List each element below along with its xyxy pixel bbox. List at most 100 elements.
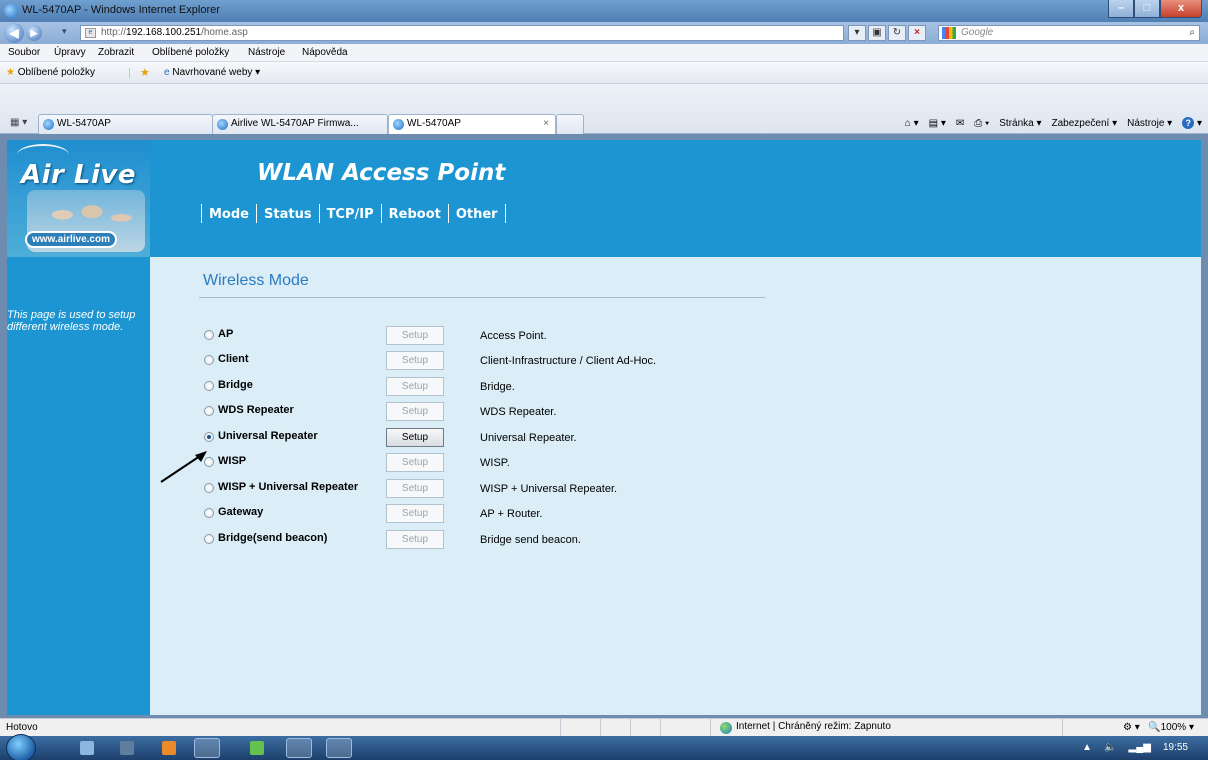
- nav-reboot[interactable]: Reboot: [380, 204, 448, 223]
- app-taskbar-button[interactable]: [326, 738, 352, 758]
- mode-description: Universal Repeater.: [480, 432, 577, 444]
- clock[interactable]: 19:55: [1163, 742, 1188, 753]
- menu-favorites[interactable]: Oblíbené položky: [152, 47, 229, 58]
- tools-menu[interactable]: Nástroje ▾: [1127, 118, 1172, 129]
- minimize-button[interactable]: –: [1108, 0, 1134, 18]
- favorites-bar: ★ Oblíbené položky | ★ e Navrhované weby…: [0, 62, 1208, 84]
- mode-row: WISP Setup WISP.: [204, 453, 764, 473]
- address-field[interactable]: e http://192.168.100.251/home.asp: [80, 25, 844, 41]
- mode-radio[interactable]: [204, 355, 214, 365]
- brand-name: Air Live: [21, 160, 136, 190]
- mode-radio[interactable]: [204, 330, 214, 340]
- refresh-icon[interactable]: ↻: [888, 25, 906, 41]
- mail-icon[interactable]: ✉: [956, 118, 964, 129]
- tray-arrow-icon[interactable]: ▲: [1082, 742, 1092, 753]
- tab-bar: ▦ ▾ WL-5470AP Airlive WL-5470AP Firmwa..…: [0, 84, 1208, 134]
- mode-label[interactable]: Gateway: [218, 506, 263, 518]
- mode-label[interactable]: WDS Repeater: [218, 404, 294, 416]
- mode-radio[interactable]: [204, 406, 214, 416]
- window-title-bar: WL-5470AP - Windows Internet Explorer – …: [0, 0, 1208, 22]
- mode-radio[interactable]: [204, 432, 214, 442]
- mode-label[interactable]: WISP: [218, 455, 246, 467]
- menu-bar: Soubor Úpravy Zobrazit Oblíbené položky …: [0, 44, 1208, 62]
- mode-row: Gateway Setup AP + Router.: [204, 504, 764, 524]
- history-dropdown-icon[interactable]: ▾: [62, 26, 67, 37]
- menu-tools[interactable]: Nástroje: [248, 47, 285, 58]
- close-window-button[interactable]: x: [1160, 0, 1202, 18]
- back-button[interactable]: ◀: [4, 23, 24, 43]
- network-icon[interactable]: ▂▄▆: [1129, 742, 1151, 753]
- new-tab-button[interactable]: [556, 114, 584, 134]
- favorites-button[interactable]: ★ Oblíbené položky: [6, 67, 95, 78]
- mode-label[interactable]: WISP + Universal Repeater: [218, 481, 358, 493]
- help-menu[interactable]: ? ▾: [1182, 117, 1202, 129]
- suggested-sites-link[interactable]: e Navrhované weby ▾: [164, 67, 260, 78]
- nav-mode[interactable]: Mode: [201, 204, 256, 223]
- menu-edit[interactable]: Úpravy: [54, 47, 86, 58]
- stop-icon[interactable]: ×: [908, 25, 926, 41]
- mode-description: WISP + Universal Repeater.: [480, 483, 618, 495]
- search-icon[interactable]: ⌕: [1189, 26, 1195, 40]
- annotation-arrow: [160, 451, 207, 483]
- setup-button[interactable]: Setup: [386, 453, 444, 472]
- mode-radio[interactable]: [204, 534, 214, 544]
- zoom-level[interactable]: ⚙ ▾ 🔍100% ▾: [1123, 722, 1194, 733]
- setup-button[interactable]: Setup: [386, 530, 444, 549]
- menu-view[interactable]: Zobrazit: [98, 47, 134, 58]
- mode-radio[interactable]: [204, 508, 214, 518]
- media-icon[interactable]: [162, 741, 176, 755]
- mode-label[interactable]: Bridge: [218, 379, 253, 391]
- tab-airlive-firmware[interactable]: Airlive WL-5470AP Firmwa...: [212, 114, 388, 134]
- brand-url: www.airlive.com: [25, 231, 117, 248]
- close-tab-icon[interactable]: ×: [543, 115, 549, 133]
- ie-taskbar-button[interactable]: [194, 738, 220, 758]
- tab-wl5470ap-active[interactable]: WL-5470AP ×: [388, 114, 556, 134]
- setup-button[interactable]: Setup: [386, 326, 444, 345]
- mode-label[interactable]: Client: [218, 353, 249, 365]
- quick-tabs-icon[interactable]: ▦ ▾: [10, 117, 27, 128]
- system-tray: ▲ 🔈 ▂▄▆ 19:55: [1082, 742, 1188, 753]
- feeds-icon[interactable]: ▤ ▾: [929, 118, 946, 129]
- dropdown-icon[interactable]: ▾: [848, 25, 866, 41]
- url-prefix: http://: [101, 27, 127, 38]
- forward-button[interactable]: ▶: [26, 25, 42, 41]
- google-icon: [942, 27, 956, 39]
- star-icon: ★: [6, 67, 15, 78]
- setup-button[interactable]: Setup: [386, 377, 444, 396]
- mode-label[interactable]: Bridge(send beacon): [218, 532, 327, 544]
- tab-wl5470ap-1[interactable]: WL-5470AP: [38, 114, 213, 134]
- menu-help[interactable]: Nápověda: [302, 47, 348, 58]
- setup-button[interactable]: Setup: [386, 504, 444, 523]
- app-icon[interactable]: [120, 741, 134, 755]
- compatibility-icon[interactable]: ▣: [868, 25, 886, 41]
- nav-tcpip[interactable]: TCP/IP: [318, 204, 381, 223]
- setup-button[interactable]: Setup: [386, 428, 444, 447]
- page-menu[interactable]: Stránka ▾: [999, 118, 1041, 129]
- maximize-button[interactable]: □: [1134, 0, 1160, 18]
- window-title: WL-5470AP - Windows Internet Explorer: [22, 4, 220, 16]
- mode-label[interactable]: Universal Repeater: [218, 430, 318, 442]
- nav-other[interactable]: Other: [447, 204, 506, 223]
- ie-tab-icon: [393, 119, 404, 130]
- setup-button[interactable]: Setup: [386, 402, 444, 421]
- sidebar-help-text: This page is used to setup different wir…: [7, 309, 136, 333]
- security-zone[interactable]: Internet | Chráněný režim: Zapnuto: [720, 721, 891, 734]
- start-button[interactable]: [6, 734, 36, 760]
- mode-radio[interactable]: [204, 381, 214, 391]
- volume-icon[interactable]: 🔈: [1104, 742, 1116, 753]
- mode-label[interactable]: AP: [218, 328, 233, 340]
- home-icon[interactable]: ⌂ ▾: [905, 118, 919, 129]
- app-taskbar-button[interactable]: [286, 738, 312, 758]
- mode-row: Client Setup Client-Infrastructure / Clien…: [204, 351, 764, 371]
- nav-status[interactable]: Status: [256, 204, 319, 223]
- safety-menu[interactable]: Zabezpečení ▾: [1052, 118, 1118, 129]
- search-input[interactable]: Google ⌕: [938, 25, 1200, 41]
- status-divider: [560, 719, 561, 737]
- app-icon[interactable]: [250, 741, 264, 755]
- menu-file[interactable]: Soubor: [8, 47, 40, 58]
- explorer-icon[interactable]: [80, 741, 94, 755]
- print-icon[interactable]: ⎙ ▾: [974, 118, 989, 129]
- setup-button[interactable]: Setup: [386, 351, 444, 370]
- add-favorite-icon[interactable]: ★: [140, 66, 150, 79]
- setup-button[interactable]: Setup: [386, 479, 444, 498]
